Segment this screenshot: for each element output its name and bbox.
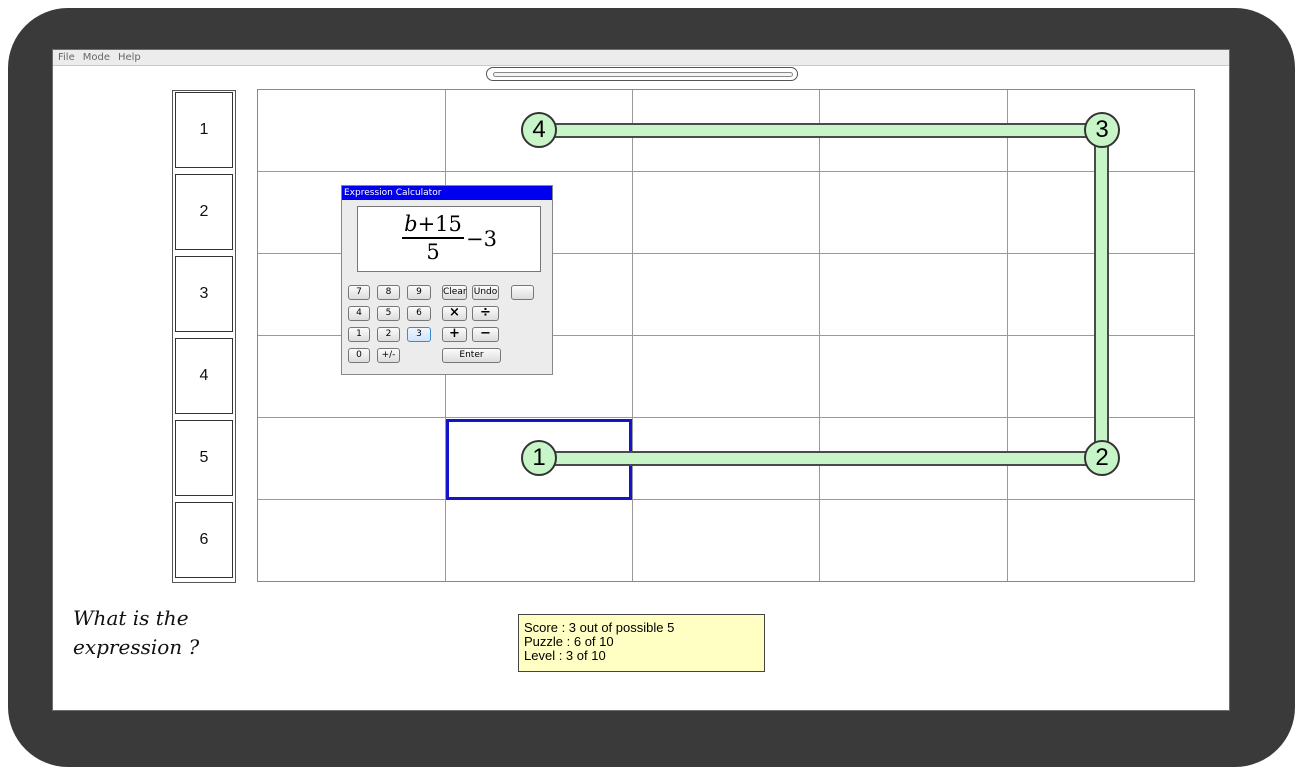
key-8[interactable]: 8 — [377, 285, 400, 300]
puzzle-text: Puzzle : 6 of 10 — [524, 634, 614, 649]
row-label-6[interactable]: 6 — [175, 502, 233, 578]
row-label-column: 1 2 3 4 5 6 — [172, 90, 236, 583]
horizontal-scrollbar[interactable] — [486, 67, 798, 81]
level-text: Level : 3 of 10 — [524, 648, 606, 663]
key-3[interactable]: 3 — [407, 327, 431, 342]
scrollbar-thumb[interactable] — [493, 72, 793, 77]
key-0[interactable]: 0 — [348, 348, 370, 363]
menu-file[interactable]: File — [58, 52, 75, 63]
row-label-3[interactable]: 3 — [175, 256, 233, 332]
clear-button[interactable]: Clear — [442, 285, 467, 300]
score-text: Score : 3 out of possible 5 — [524, 620, 675, 635]
menu-help[interactable]: Help — [118, 52, 141, 63]
path-segment-4-3 — [539, 123, 1102, 138]
key-2[interactable]: 2 — [377, 327, 400, 342]
menu-mode[interactable]: Mode — [83, 52, 110, 63]
path-segment-1-2 — [539, 451, 1102, 466]
grid-line — [258, 499, 1194, 500]
path-node-1[interactable]: 1 — [521, 440, 557, 476]
fraction-denominator: 5 — [426, 240, 440, 264]
path-node-4[interactable]: 4 — [521, 112, 557, 148]
grid-line — [258, 171, 1194, 172]
row-label-5[interactable]: 5 — [175, 420, 233, 496]
row-label-4[interactable]: 4 — [175, 338, 233, 414]
grid-line — [258, 417, 1194, 418]
key-4[interactable]: 4 — [348, 306, 370, 321]
row-label-2[interactable]: 2 — [175, 174, 233, 250]
path-segment-3-2 — [1094, 131, 1109, 459]
expression-display: b+15 5 −3 — [357, 206, 541, 272]
numerator-rest: +15 — [417, 212, 462, 236]
key-5[interactable]: 5 — [377, 306, 400, 321]
blank-button[interactable] — [511, 285, 534, 300]
plus-button[interactable]: + — [442, 327, 467, 342]
menu-bar: File Mode Help — [53, 50, 1229, 66]
key-7[interactable]: 7 — [348, 285, 370, 300]
fraction-numerator: b+15 — [402, 212, 464, 236]
expression-calculator: Expression Calculator b+15 5 −3 7 8 9 Cl… — [341, 185, 553, 375]
path-node-2[interactable]: 2 — [1084, 440, 1120, 476]
key-1[interactable]: 1 — [348, 327, 370, 342]
row-label-1[interactable]: 1 — [175, 92, 233, 168]
divide-button[interactable]: ÷ — [472, 306, 499, 321]
app-window: File Mode Help 1 2 3 4 5 6 1 2 3 4 Expre… — [52, 49, 1230, 711]
calculator-title[interactable]: Expression Calculator — [342, 186, 552, 200]
enter-button[interactable]: Enter — [442, 348, 501, 363]
key-9[interactable]: 9 — [407, 285, 431, 300]
expression-suffix: −3 — [466, 227, 497, 251]
status-panel: Score : 3 out of possible 5 Puzzle : 6 o… — [518, 614, 765, 672]
fraction-bar — [402, 237, 464, 239]
question-text: What is the expression ? — [73, 606, 200, 659]
minus-button[interactable]: − — [472, 327, 499, 342]
variable-b: b — [404, 212, 418, 236]
multiply-button[interactable]: × — [442, 306, 467, 321]
sign-toggle-button[interactable]: +/- — [377, 348, 400, 363]
fraction: b+15 5 — [402, 212, 464, 264]
path-node-3[interactable]: 3 — [1084, 112, 1120, 148]
screen-frame: File Mode Help 1 2 3 4 5 6 1 2 3 4 Expre… — [8, 8, 1295, 767]
undo-button[interactable]: Undo — [472, 285, 499, 300]
key-6[interactable]: 6 — [407, 306, 431, 321]
